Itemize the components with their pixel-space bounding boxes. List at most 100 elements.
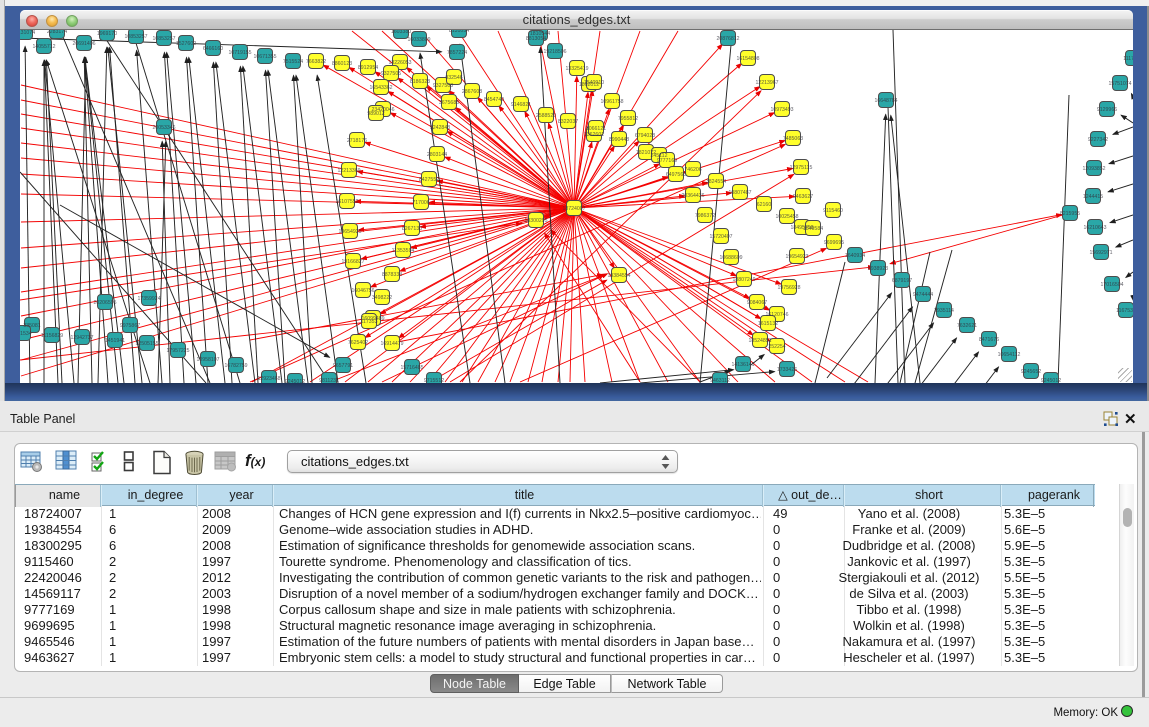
svg-text:8938923: 8938923: [868, 266, 888, 272]
svg-text:9327505: 9327505: [381, 71, 401, 77]
svg-text:18724007: 18724007: [562, 206, 585, 212]
svg-text:9146821: 9146821: [511, 102, 531, 108]
svg-text:6497568: 6497568: [666, 172, 686, 178]
svg-text:1603380: 1603380: [391, 30, 411, 35]
svg-text:7857224: 7857224: [447, 50, 467, 56]
svg-text:8878334: 8878334: [382, 272, 402, 278]
svg-text:8860123: 8860123: [332, 61, 352, 67]
svg-text:13325419: 13325419: [565, 66, 588, 72]
svg-text:9227342: 9227342: [1088, 137, 1108, 143]
svg-text:16046756: 16046756: [351, 288, 374, 294]
svg-text:6794028: 6794028: [635, 133, 655, 139]
svg-text:15751074: 15751074: [1108, 81, 1131, 87]
svg-text:62160: 62160: [757, 202, 772, 208]
svg-text:12213967: 12213967: [755, 80, 778, 86]
svg-text:10807487: 10807487: [728, 190, 751, 196]
svg-text:10973493: 10973493: [770, 107, 793, 113]
svg-text:9242848: 9242848: [430, 125, 450, 131]
svg-text:16648784: 16648784: [874, 98, 897, 104]
svg-text:7632621: 7632621: [957, 323, 977, 329]
svg-text:14136141: 14136141: [731, 362, 754, 368]
svg-text:18807249: 18807249: [732, 277, 755, 283]
svg-text:9657791: 9657791: [333, 363, 353, 369]
svg-text:9699695: 9699695: [824, 240, 844, 246]
svg-text:20053346: 20053346: [152, 125, 175, 131]
svg-text:8471676: 8471676: [979, 337, 999, 343]
svg-text:19166827: 19166827: [341, 259, 364, 265]
svg-text:11156829: 11156829: [41, 333, 63, 339]
svg-text:9474444: 9474444: [913, 292, 933, 298]
svg-text:9777169: 9777169: [657, 158, 677, 164]
svg-text:1167533: 1167533: [1116, 308, 1133, 314]
svg-text:9463627: 9463627: [793, 194, 813, 200]
svg-text:13226053: 13226053: [388, 60, 411, 66]
svg-text:8267130: 8267130: [402, 226, 422, 232]
svg-text:9327508: 9327508: [433, 83, 453, 89]
svg-text:3824554: 3824554: [706, 179, 726, 185]
svg-text:7625402: 7625402: [348, 340, 368, 346]
svg-text:16914479: 16914479: [380, 341, 403, 347]
svg-text:9129966: 9129966: [1097, 107, 1117, 113]
svg-text:7955812: 7955812: [618, 116, 638, 122]
svg-text:9245012: 9245012: [285, 379, 305, 383]
svg-text:2283174: 2283174: [47, 30, 67, 35]
svg-text:12093852: 12093852: [1082, 166, 1105, 172]
svg-text:12923468: 12923468: [257, 376, 280, 382]
svg-text:20691406: 20691406: [72, 41, 95, 47]
svg-text:8131074: 8131074: [20, 30, 35, 36]
svg-text:16120746: 16120746: [765, 312, 788, 318]
svg-text:18300295: 18300295: [524, 218, 547, 224]
svg-text:17016504: 17016504: [1100, 282, 1123, 288]
svg-text:8454749: 8454749: [484, 97, 504, 103]
svg-text:3498222: 3498222: [372, 295, 392, 301]
svg-text:20876812: 20876812: [716, 36, 739, 42]
svg-text:19756928: 19756928: [777, 285, 800, 291]
svg-text:16210643: 16210643: [1083, 225, 1106, 231]
svg-text:16782759: 16782759: [224, 363, 247, 369]
svg-text:16154808: 16154808: [736, 56, 759, 62]
svg-text:1969170: 1969170: [97, 31, 117, 37]
svg-text:717006: 717006: [412, 200, 429, 206]
svg-text:8131054: 8131054: [449, 30, 469, 34]
svg-text:9115460: 9115460: [823, 208, 843, 214]
svg-text:1615132: 1615132: [758, 321, 778, 327]
svg-text:2718176: 2718176: [347, 138, 367, 144]
svg-text:6466160: 6466160: [203, 46, 223, 52]
svg-text:1362601: 1362601: [584, 132, 604, 138]
svg-text:10853257: 10853257: [124, 34, 147, 40]
svg-text:391534: 391534: [20, 331, 32, 337]
svg-text:1066121: 1066121: [586, 126, 606, 132]
svg-text:1244415: 1244415: [1083, 194, 1103, 200]
svg-text:19654925: 19654925: [338, 229, 361, 235]
svg-text:7986372: 7986372: [695, 213, 715, 219]
svg-text:20364436: 20364436: [681, 193, 704, 199]
svg-text:9811231: 9811231: [319, 378, 339, 383]
svg-text:10025458: 10025458: [775, 214, 798, 220]
svg-text:335081: 335081: [23, 323, 40, 329]
svg-text:117353: 117353: [361, 319, 378, 325]
svg-text:2803144: 2803144: [427, 152, 447, 158]
svg-text:1117434: 1117434: [1123, 56, 1133, 62]
svg-text:7515524: 7515524: [283, 59, 303, 65]
svg-text:10961758: 10961758: [600, 99, 623, 105]
svg-text:8215955: 8215955: [1060, 211, 1080, 217]
svg-text:1540910: 1540910: [584, 80, 604, 86]
svg-text:9245012: 9245012: [1041, 378, 1061, 383]
svg-text:10688609: 10688609: [719, 255, 742, 261]
svg-text:12213369: 12213369: [337, 168, 360, 174]
svg-text:19654923: 19654923: [785, 254, 808, 260]
svg-text:8813054: 8813054: [526, 36, 546, 42]
svg-text:12942737: 12942737: [70, 335, 93, 341]
svg-text:8990448: 8990448: [609, 137, 629, 143]
svg-text:746206: 746206: [684, 167, 701, 173]
svg-text:8427552: 8427552: [419, 177, 439, 183]
svg-text:2935114: 2935114: [934, 308, 954, 314]
svg-text:10958107: 10958107: [196, 357, 219, 363]
svg-text:19218506: 19218506: [543, 49, 566, 55]
svg-text:11353594: 11353594: [392, 248, 415, 254]
svg-text:1451941: 1451941: [105, 338, 125, 344]
svg-text:12505155: 12505155: [135, 341, 158, 347]
svg-text:7485063: 7485063: [783, 136, 803, 142]
svg-text:19384554: 19384554: [607, 273, 630, 279]
svg-text:6879197: 6879197: [892, 278, 912, 284]
